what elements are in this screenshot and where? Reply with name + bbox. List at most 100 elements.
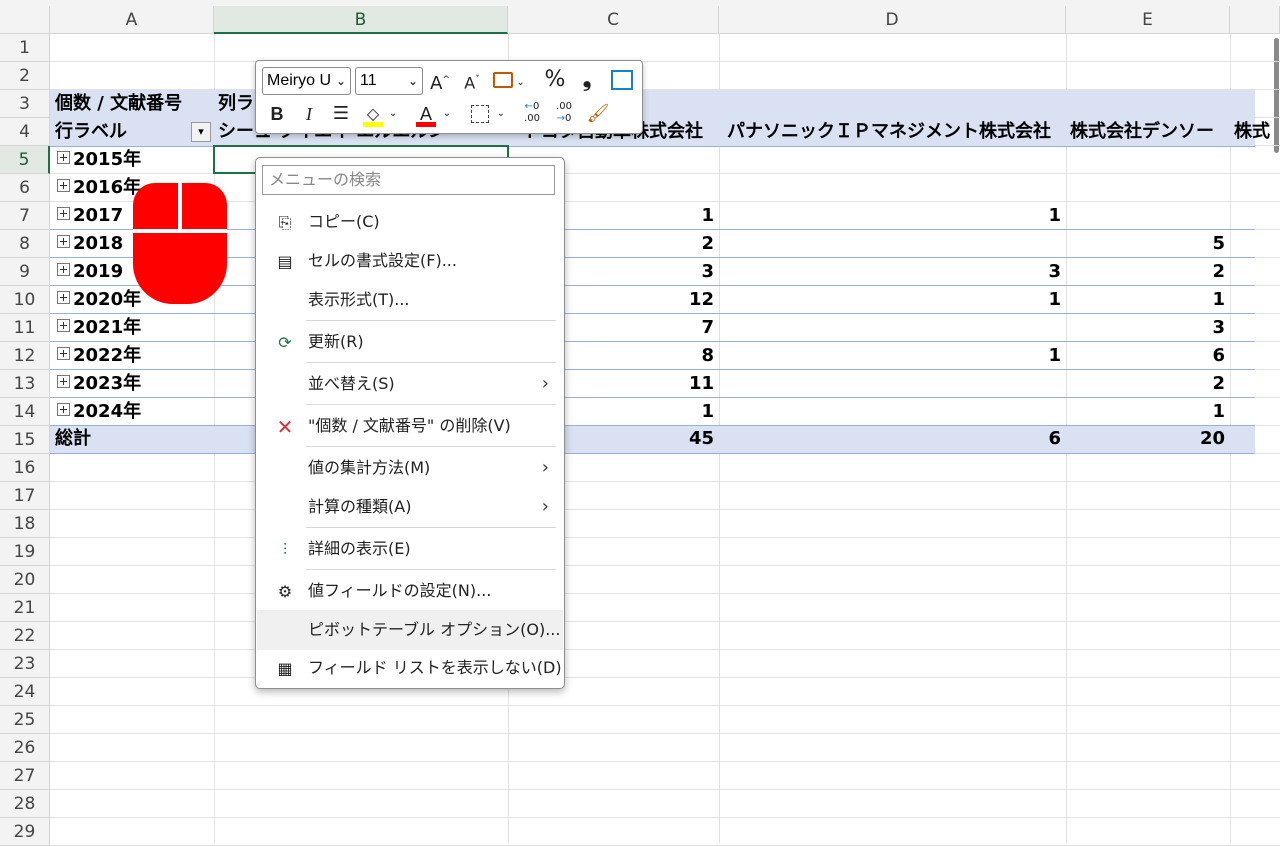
menu-item-copy[interactable]: ⎘ コピー(C) bbox=[257, 202, 563, 242]
pivot-row-item[interactable]: 2015年 bbox=[57, 146, 141, 174]
chevron-down-icon[interactable]: ⌄ bbox=[440, 101, 454, 127]
italic-button[interactable]: I bbox=[296, 101, 322, 127]
row-header[interactable]: 12 bbox=[0, 342, 50, 370]
row-header[interactable]: 17 bbox=[0, 482, 50, 510]
comma-style-button[interactable]: ❟ bbox=[574, 67, 600, 93]
menu-item-summarize-by[interactable]: 値の集計方法(M) › bbox=[257, 448, 563, 488]
expand-icon[interactable] bbox=[57, 291, 70, 304]
row-header[interactable]: 5 bbox=[0, 146, 50, 174]
menu-item-show-values-as[interactable]: 計算の種類(A) › bbox=[257, 487, 563, 527]
expand-icon[interactable] bbox=[57, 235, 70, 248]
row-header[interactable]: 6 bbox=[0, 174, 50, 202]
row-header[interactable]: 28 bbox=[0, 790, 50, 818]
pivot-row-item[interactable]: 2019 bbox=[57, 258, 123, 286]
row-header[interactable]: 22 bbox=[0, 622, 50, 650]
grand-total-d[interactable]: 6 bbox=[719, 425, 1061, 453]
row-header[interactable]: 13 bbox=[0, 370, 50, 398]
pivot-value-cell[interactable]: 1 bbox=[719, 202, 1061, 230]
select-all-corner[interactable] bbox=[0, 6, 50, 34]
menu-item-sort[interactable]: 並べ替え(S) › bbox=[257, 364, 563, 404]
pivot-row-item[interactable]: 2020年 bbox=[57, 286, 141, 314]
expand-icon[interactable] bbox=[57, 207, 70, 220]
merge-center-icon[interactable] bbox=[609, 67, 635, 93]
expand-icon[interactable] bbox=[57, 151, 70, 164]
pivot-value-cell[interactable]: 1 bbox=[719, 342, 1061, 370]
menu-search-input[interactable]: メニューの検索 bbox=[262, 165, 555, 195]
pivot-row-item[interactable]: 2018 bbox=[57, 230, 123, 258]
row-header[interactable]: 25 bbox=[0, 706, 50, 734]
row-header[interactable]: 18 bbox=[0, 510, 50, 538]
format-painter-icon[interactable]: 🖌 bbox=[585, 101, 611, 127]
expand-icon[interactable] bbox=[57, 319, 70, 332]
pivot-col-header-d[interactable]: パナソニックＩＰマネジメント株式会社 bbox=[727, 118, 1051, 146]
pivot-row-item[interactable]: 2024年 bbox=[57, 398, 141, 426]
column-header-c[interactable]: C bbox=[508, 6, 719, 34]
row-header[interactable]: 8 bbox=[0, 230, 50, 258]
expand-icon[interactable] bbox=[57, 179, 70, 192]
column-header-d[interactable]: D bbox=[719, 6, 1066, 34]
row-header[interactable]: 7 bbox=[0, 202, 50, 230]
menu-item-show-details[interactable]: ⫶ 詳細の表示(E) bbox=[257, 529, 563, 569]
column-header-e[interactable]: E bbox=[1066, 6, 1230, 34]
pivot-row-item[interactable]: 2022年 bbox=[57, 342, 141, 370]
pivot-value-cell[interactable]: 1 bbox=[1066, 398, 1225, 426]
pivot-value-cell[interactable]: 3 bbox=[1066, 314, 1225, 342]
pivot-value-cell[interactable]: 3 bbox=[719, 258, 1061, 286]
menu-item-refresh[interactable]: ⟳ 更新(R) bbox=[257, 322, 563, 362]
pivot-row-item[interactable]: 2021年 bbox=[57, 314, 141, 342]
pivot-col-header-e[interactable]: 株式会社デンソー bbox=[1070, 118, 1214, 146]
font-name-combo[interactable]: Meiryo U ⌄ bbox=[262, 67, 351, 95]
menu-item-format-cells[interactable]: ▤ セルの書式設定(F)... bbox=[257, 241, 563, 281]
pivot-row-item[interactable]: 2017 bbox=[57, 202, 123, 230]
menu-item-value-field-settings[interactable]: ⚙ 値フィールドの設定(N)... bbox=[257, 571, 563, 611]
pivot-row-item[interactable]: 2023年 bbox=[57, 370, 141, 398]
grand-total-e[interactable]: 20 bbox=[1066, 425, 1225, 453]
vertical-scrollbar[interactable] bbox=[1270, 34, 1280, 154]
borders-icon[interactable] bbox=[467, 101, 493, 127]
grand-total-label[interactable]: 総計 bbox=[55, 425, 91, 453]
pivot-value-cell[interactable]: 1 bbox=[719, 286, 1061, 314]
pivot-value-cell[interactable]: 1 bbox=[1066, 286, 1225, 314]
row-header[interactable]: 15 bbox=[0, 426, 50, 454]
decrease-decimal-icon[interactable]: .00 →0 bbox=[551, 101, 577, 127]
menu-item-hide-field-list[interactable]: ▦ フィールド リストを表示しない(D) bbox=[257, 648, 563, 688]
pivot-row-item[interactable]: 2016年 bbox=[57, 174, 141, 202]
column-header-a[interactable]: A bbox=[50, 6, 214, 34]
number-format-icon[interactable]: ⌄ bbox=[492, 67, 526, 93]
font-size-combo[interactable]: 11 ⌄ bbox=[355, 67, 423, 95]
menu-item-number-format[interactable]: 表示形式(T)... bbox=[257, 280, 563, 320]
chevron-down-icon[interactable]: ⌄ bbox=[386, 101, 400, 127]
expand-icon[interactable] bbox=[57, 375, 70, 388]
expand-icon[interactable] bbox=[57, 347, 70, 360]
row-header[interactable]: 26 bbox=[0, 734, 50, 762]
row-header[interactable]: 29 bbox=[0, 818, 50, 846]
row-header[interactable]: 3 bbox=[0, 90, 50, 118]
row-header[interactable]: 24 bbox=[0, 678, 50, 706]
menu-item-remove-field[interactable]: ✕ "個数 / 文献番号" の削除(V) bbox=[257, 406, 563, 446]
column-header-b[interactable]: B bbox=[214, 6, 508, 34]
align-center-icon[interactable]: ☰ bbox=[328, 101, 354, 127]
menu-item-pivot-options[interactable]: ピボットテーブル オプション(O)... bbox=[257, 610, 563, 650]
pivot-row-label-header[interactable]: 行ラベル bbox=[55, 118, 127, 146]
pivot-value-cell[interactable]: 2 bbox=[1066, 370, 1225, 398]
bold-button[interactable]: B bbox=[264, 101, 290, 127]
row-header[interactable]: 4 bbox=[0, 118, 50, 146]
filter-dropdown-icon[interactable]: ▾ bbox=[191, 122, 211, 142]
fill-color-icon[interactable]: ◇ bbox=[360, 101, 386, 127]
chevron-down-icon[interactable]: ⌄ bbox=[494, 101, 508, 127]
pivot-value-cell[interactable]: 5 bbox=[1066, 230, 1225, 258]
column-header-f[interactable] bbox=[1230, 6, 1280, 34]
row-header[interactable]: 11 bbox=[0, 314, 50, 342]
pivot-value-cell[interactable]: 2 bbox=[1066, 258, 1225, 286]
expand-icon[interactable] bbox=[57, 403, 70, 416]
row-header[interactable]: 23 bbox=[0, 650, 50, 678]
pivot-value-cell[interactable]: 6 bbox=[1066, 342, 1225, 370]
row-header[interactable]: 21 bbox=[0, 594, 50, 622]
grow-font-button[interactable]: A^ bbox=[427, 67, 453, 94]
row-header[interactable]: 9 bbox=[0, 258, 50, 286]
pivot-col-header-f[interactable]: 株式 bbox=[1234, 118, 1270, 146]
row-header[interactable]: 16 bbox=[0, 454, 50, 482]
expand-icon[interactable] bbox=[57, 263, 70, 276]
increase-decimal-icon[interactable]: ←0.00 bbox=[519, 101, 545, 127]
row-header[interactable]: 1 bbox=[0, 34, 50, 62]
